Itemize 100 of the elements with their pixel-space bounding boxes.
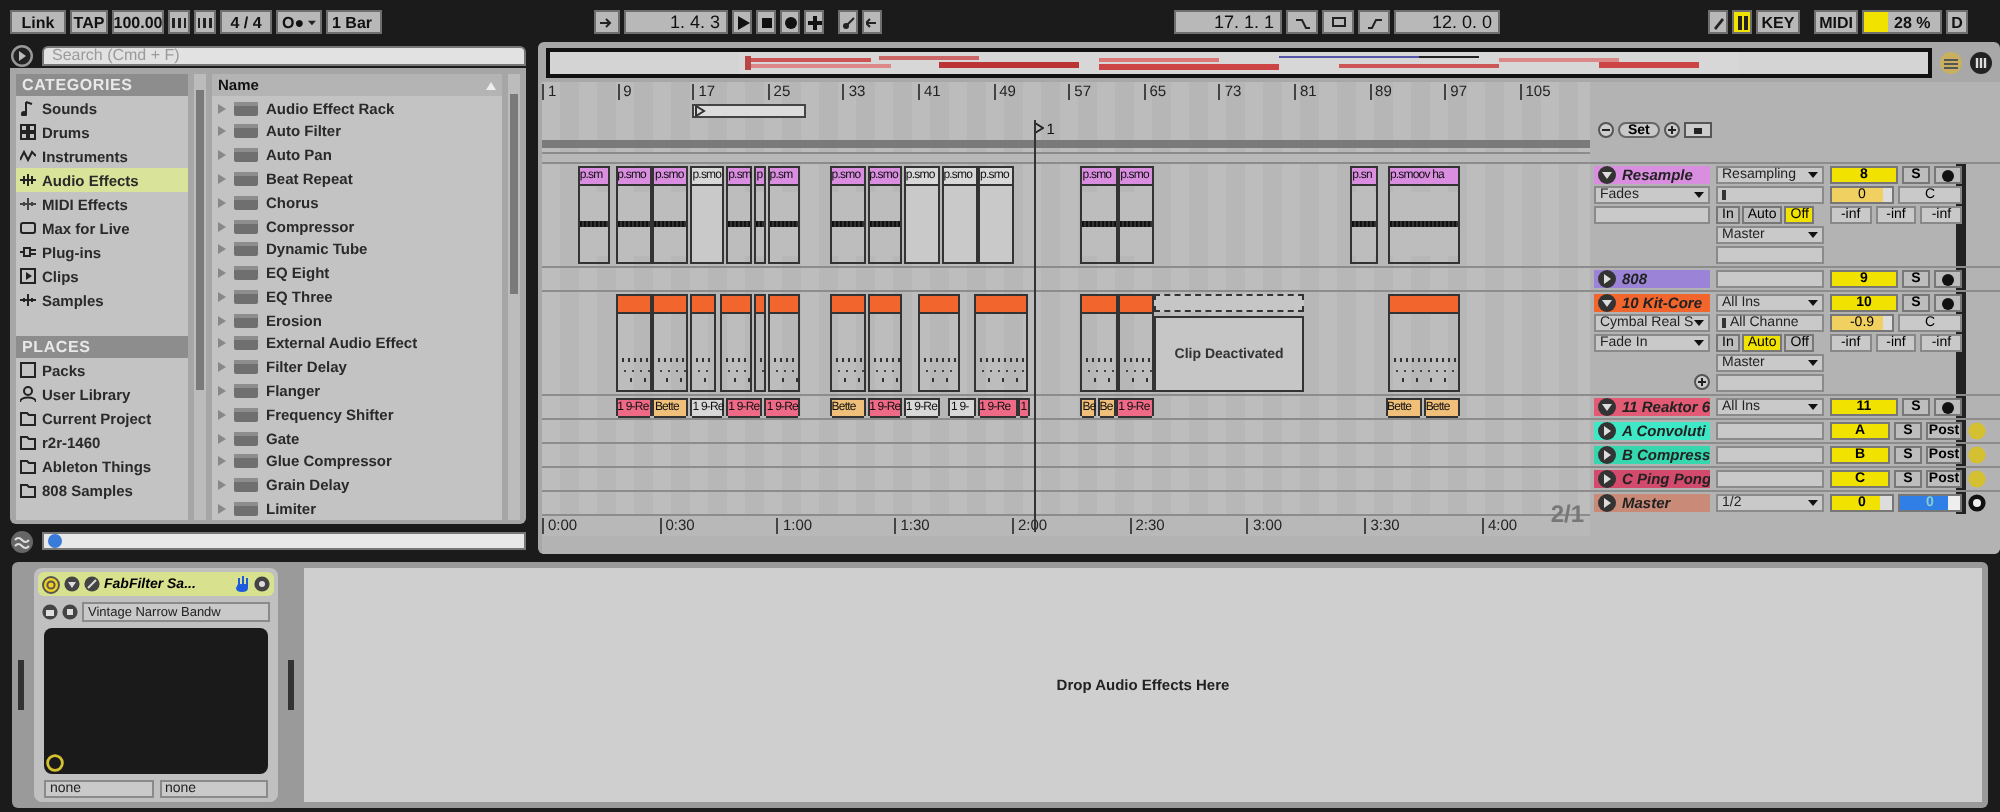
input-channel-dropdown[interactable] bbox=[1716, 186, 1824, 205]
dropdown-arrow-icon bbox=[1808, 500, 1818, 507]
pause-button[interactable] bbox=[1732, 10, 1752, 35]
expand-icon bbox=[218, 480, 226, 491]
clip[interactable] bbox=[652, 294, 689, 393]
arm-button[interactable] bbox=[1934, 294, 1962, 313]
record-dot-icon bbox=[1942, 297, 1954, 310]
record-button[interactable] bbox=[780, 10, 800, 35]
expand-icon bbox=[218, 221, 226, 232]
fold-icon[interactable] bbox=[1598, 398, 1616, 417]
remove-locator-icon[interactable] bbox=[1598, 122, 1614, 139]
nudge-up-button[interactable] bbox=[194, 10, 216, 35]
dropdown-arrow-icon bbox=[1808, 300, 1818, 307]
groove-pool-icon[interactable] bbox=[10, 529, 34, 554]
add-icon[interactable] bbox=[1694, 374, 1710, 391]
lock-icon[interactable] bbox=[1683, 122, 1712, 139]
fold-icon[interactable] bbox=[64, 576, 80, 593]
save-icon[interactable] bbox=[62, 604, 78, 621]
expand-icon bbox=[218, 386, 226, 397]
fold-icon[interactable] bbox=[1598, 446, 1616, 465]
plus-icon bbox=[807, 15, 821, 30]
loop-brace[interactable] bbox=[692, 104, 806, 119]
song-position-field[interactable]: 1. 4. 3 bbox=[624, 10, 728, 35]
play-button[interactable] bbox=[732, 10, 752, 35]
punch-out-button[interactable] bbox=[1358, 10, 1390, 35]
quantization-menu[interactable]: 1 Bar bbox=[326, 10, 382, 35]
search-field[interactable]: Search (Cmd + F) bbox=[42, 45, 526, 66]
clip[interactable] bbox=[615, 294, 651, 393]
link-button[interactable]: Link bbox=[10, 10, 66, 35]
step-line-icon bbox=[1367, 15, 1381, 30]
loop-switch-button[interactable] bbox=[1322, 10, 1354, 35]
bars-icon bbox=[198, 15, 212, 30]
fold-icon[interactable] bbox=[1598, 270, 1616, 289]
fold-icon[interactable] bbox=[1598, 422, 1616, 441]
tap-button[interactable]: TAP bbox=[70, 10, 108, 35]
record-dot-icon bbox=[1942, 401, 1954, 414]
step-line-icon bbox=[1295, 15, 1309, 30]
device-on-icon[interactable] bbox=[42, 575, 60, 594]
metronome-button[interactable]: O● bbox=[276, 10, 322, 35]
clip[interactable] bbox=[767, 294, 801, 393]
loop-start-field[interactable]: 17. 1. 1 bbox=[1174, 10, 1282, 35]
arm-button[interactable] bbox=[1934, 270, 1962, 289]
punch-in-button[interactable] bbox=[1286, 10, 1318, 35]
dropdown-arrow-icon bbox=[1808, 360, 1818, 367]
category-icon bbox=[20, 196, 36, 213]
overdub-button[interactable] bbox=[804, 10, 824, 35]
automation-arm-button[interactable] bbox=[838, 10, 858, 35]
device-icon bbox=[234, 360, 258, 375]
stop-button[interactable] bbox=[756, 10, 776, 35]
hand-icon[interactable] bbox=[236, 576, 250, 593]
dropdown-arrow-icon bbox=[1694, 340, 1704, 347]
key-map-button[interactable]: KEY bbox=[1756, 10, 1800, 35]
midi-map-button[interactable]: MIDI bbox=[1814, 10, 1858, 35]
arm-button[interactable] bbox=[1934, 166, 1962, 185]
settings-icon[interactable] bbox=[254, 576, 270, 593]
browser-toggle-icon[interactable] bbox=[10, 43, 34, 68]
expand-icon bbox=[218, 362, 226, 373]
person-icon bbox=[20, 386, 36, 403]
arm-button[interactable] bbox=[1934, 398, 1962, 417]
fold-icon[interactable] bbox=[1598, 470, 1616, 489]
expand-icon bbox=[218, 291, 226, 302]
follow-button[interactable] bbox=[594, 10, 620, 35]
clip[interactable] bbox=[1387, 294, 1461, 393]
device-icon bbox=[234, 384, 258, 399]
clip[interactable] bbox=[754, 294, 766, 393]
clip[interactable] bbox=[690, 294, 717, 393]
fold-icon[interactable] bbox=[1598, 294, 1616, 313]
expand-icon bbox=[218, 503, 226, 514]
pad-handle-icon[interactable] bbox=[46, 754, 64, 772]
arrow-icon bbox=[865, 15, 879, 30]
nudge-down-button[interactable] bbox=[168, 10, 190, 35]
clip[interactable] bbox=[1080, 294, 1118, 393]
pen-icon bbox=[841, 15, 855, 30]
back-to-arrangement-button[interactable] bbox=[862, 10, 882, 35]
dropdown-arrow-icon bbox=[1808, 404, 1818, 411]
disk-overload-button[interactable]: D bbox=[1946, 10, 1968, 35]
tempo-field[interactable]: 100.00 bbox=[112, 10, 164, 35]
loop-length-field[interactable]: 12. 0. 0 bbox=[1394, 10, 1500, 35]
expand-icon bbox=[218, 456, 226, 467]
square-icon bbox=[20, 362, 36, 379]
wrench-icon[interactable] bbox=[84, 576, 100, 593]
clip[interactable] bbox=[917, 294, 961, 393]
clip[interactable] bbox=[1118, 294, 1154, 393]
folder-icon[interactable] bbox=[42, 604, 58, 621]
arrangement-view-icon[interactable] bbox=[1970, 51, 1992, 74]
time-signature-field[interactable]: 4 / 4 bbox=[220, 10, 272, 35]
category-icon bbox=[20, 148, 36, 165]
play-icon bbox=[735, 15, 749, 30]
clip-view-icon[interactable] bbox=[1940, 51, 1962, 74]
section-header: PLACES bbox=[16, 336, 188, 359]
draw-mode-button[interactable] bbox=[1708, 10, 1728, 35]
fold-icon[interactable] bbox=[1598, 166, 1616, 185]
fold-icon[interactable] bbox=[1598, 494, 1616, 513]
add-locator-icon[interactable] bbox=[1663, 122, 1680, 139]
expand-icon bbox=[218, 315, 226, 326]
clip[interactable] bbox=[867, 294, 903, 393]
category-icon bbox=[20, 268, 36, 285]
clip[interactable] bbox=[829, 294, 867, 393]
clip[interactable] bbox=[974, 294, 1028, 393]
clip[interactable] bbox=[720, 294, 752, 393]
